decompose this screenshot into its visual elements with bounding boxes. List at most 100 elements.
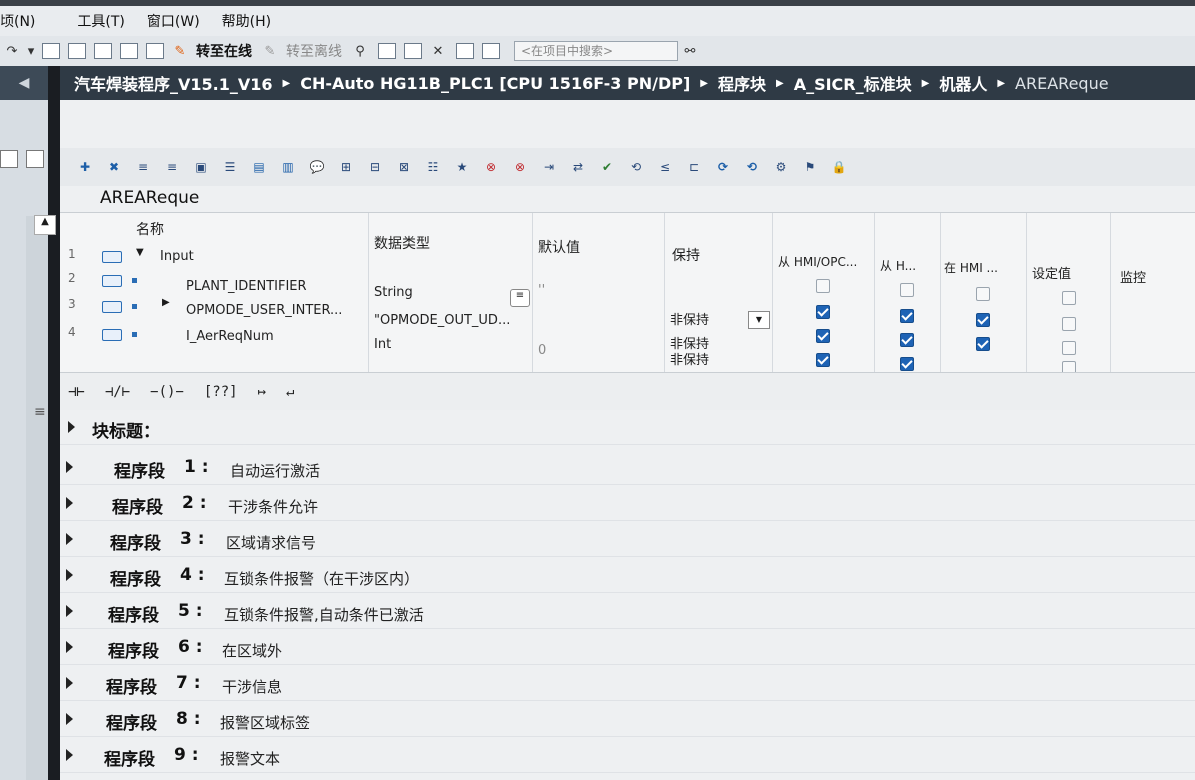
snapshot-icon[interactable]: ⟳ (710, 156, 736, 178)
network-row[interactable]: 程序段 5 : 互锁条件报警,自动条件已激活 (60, 596, 1195, 629)
row-type[interactable]: Int (374, 337, 391, 352)
row-type[interactable]: String (374, 285, 413, 300)
expand-arrow-icon[interactable] (66, 461, 73, 473)
menu-item-tools[interactable]: 工具(T) (77, 11, 124, 31)
checkbox-setpoint[interactable] (1062, 341, 1076, 355)
network-row[interactable]: 程序段 8 : 报警区域标签 (60, 704, 1195, 737)
checkbox-from-h[interactable] (900, 283, 914, 297)
delete-row-icon[interactable]: ✖ (101, 156, 127, 178)
menu-item-help[interactable]: 帮助(H) (222, 11, 271, 31)
breadcrumb-robot[interactable]: 机器人 (939, 71, 987, 95)
breadcrumb-plc[interactable]: CH-Auto HG11B_PLC1 [CPU 1516F-3 PN/DP] (300, 74, 690, 93)
empty-box-icon[interactable]: [??] (204, 384, 238, 400)
error-next-icon[interactable]: ⊗ (507, 156, 533, 178)
start-cpu-icon[interactable] (378, 43, 396, 59)
row-retain[interactable]: 非保持 (670, 349, 709, 368)
error-prev-icon[interactable]: ⊗ (478, 156, 504, 178)
network-row[interactable]: 程序段 6 : 在区域外 (60, 632, 1195, 665)
expand-arrow-icon[interactable] (66, 533, 73, 545)
network-row[interactable]: 程序段 4 : 互锁条件报警（在干涉区内） (60, 560, 1195, 593)
split-vertical-icon[interactable] (482, 43, 500, 59)
table-row[interactable]: 1 ▼ Input (60, 245, 1195, 271)
column-header-name[interactable]: 名称 (136, 219, 164, 239)
expand-arrow-icon[interactable] (66, 569, 73, 581)
goto-icon[interactable]: ⇥ (536, 156, 562, 178)
checkbox-hmi-opc[interactable] (816, 305, 830, 319)
reload-icon[interactable]: ⟲ (739, 156, 765, 178)
redo-icon[interactable]: ↷ (0, 40, 24, 62)
row-retain[interactable]: 非保持 (670, 309, 709, 328)
breadcrumb-block[interactable]: AREAReque (1015, 74, 1109, 93)
nc-contact-icon[interactable]: ⊣/⊢ (105, 384, 130, 400)
checkbox-in-hmi[interactable] (976, 287, 990, 301)
outdent-icon[interactable]: ≡ (159, 156, 185, 178)
upload-icon[interactable] (68, 43, 86, 59)
network-row[interactable]: 程序段 9 : 报警文本 (60, 740, 1195, 773)
go-online-button[interactable]: 转至在线 (196, 41, 252, 61)
download-icon[interactable] (42, 43, 60, 59)
watch-icon[interactable]: ⚙ (768, 156, 794, 178)
splitter-handle-icon[interactable]: ≡ (34, 404, 46, 420)
collapse-networks-icon[interactable]: ▥ (275, 156, 301, 178)
panel-icon-1[interactable] (0, 150, 18, 168)
network-row[interactable]: 程序段 7 : 干涉信息 (60, 668, 1195, 701)
project-search-input[interactable]: <在项目中搜索> (514, 41, 678, 61)
block-interface-icon[interactable]: ▣ (188, 156, 214, 178)
checkbox-hmi-opc[interactable] (816, 353, 830, 367)
save-icon[interactable] (146, 43, 164, 59)
table-row[interactable]: 4 I_AerReqNum Int 0 非保持 (60, 325, 1195, 358)
list-view-icon[interactable]: ☰ (217, 156, 243, 178)
checkbox-from-h[interactable] (900, 333, 914, 347)
insert-row-icon[interactable]: ✚ (72, 156, 98, 178)
no-contact-icon[interactable]: ⊣⊢ (68, 384, 85, 400)
go-offline-icon[interactable]: ✎ (258, 40, 282, 62)
expand-arrow-icon[interactable] (66, 713, 73, 725)
star-icon[interactable]: ★ (449, 156, 475, 178)
modify-icon[interactable]: ≤ (652, 156, 678, 178)
stop-cpu-icon[interactable] (404, 43, 422, 59)
split-horizontal-icon[interactable] (456, 43, 474, 59)
protection-icon[interactable]: 🔒 (826, 156, 852, 178)
checkbox-hmi-opc[interactable] (816, 279, 830, 293)
expand-arrow-icon[interactable] (66, 749, 73, 761)
expand-arrow-icon[interactable] (66, 605, 73, 617)
go-online-icon[interactable]: ✎ (168, 40, 192, 62)
compare-icon[interactable]: ✔ (594, 156, 620, 178)
open-branch-icon[interactable]: ↦ (258, 384, 266, 400)
jump-icon[interactable]: ⇄ (565, 156, 591, 178)
cross-reference-icon[interactable]: ✕ (426, 40, 450, 62)
menu-item-window[interactable]: 窗口(W) (147, 11, 200, 31)
network-row[interactable]: 程序段 3 : 区域请求信号 (60, 524, 1195, 557)
checkbox-from-h[interactable] (900, 357, 914, 371)
absolute-operand-icon[interactable]: ⊟ (362, 156, 388, 178)
coil-icon[interactable]: −()− (150, 384, 184, 400)
panel-icon-2[interactable] (26, 150, 44, 168)
favorites-icon[interactable]: ☷ (420, 156, 446, 178)
network-row[interactable]: 程序段 1 : 自动运行激活 (60, 452, 1195, 485)
breadcrumb-project[interactable]: 汽车焊装程序_V15.1_V16 (74, 71, 273, 95)
collapse-interface-icon[interactable]: ▲ (34, 215, 56, 235)
symbol-info-icon[interactable]: ⊠ (391, 156, 417, 178)
network-view-icon[interactable]: ▤ (246, 156, 272, 178)
breakpoint-icon[interactable]: ⚑ (797, 156, 823, 178)
start-simulation-icon[interactable] (94, 43, 112, 59)
accessible-devices-icon[interactable]: ⚲ (348, 40, 372, 62)
indent-icon[interactable]: ≡ (130, 156, 156, 178)
checkbox-in-hmi[interactable] (976, 337, 990, 351)
expand-arrow-icon[interactable] (66, 677, 73, 689)
monitor-icon[interactable]: ⟲ (623, 156, 649, 178)
force-icon[interactable]: ⊏ (681, 156, 707, 178)
expand-arrow-icon[interactable]: ▶ (162, 297, 170, 308)
breadcrumb-program-blocks[interactable]: 程序块 (718, 71, 766, 95)
go-offline-button[interactable]: 转至离线 (286, 41, 342, 61)
redo-dropdown-icon[interactable]: ▾ (26, 40, 36, 62)
expand-arrow-icon[interactable] (66, 641, 73, 653)
expand-arrow-icon[interactable]: ▼ (136, 247, 144, 258)
block-title-row[interactable]: 块标题： (60, 412, 1195, 445)
project-tree-toggle-icon[interactable]: ◀ (0, 66, 48, 100)
table-row[interactable]: 2 PLANT_IDENTIFIER String ≡ '' (60, 271, 1195, 307)
row-type[interactable]: "OPMODE_OUT_UD... (374, 313, 510, 328)
compile-icon[interactable] (120, 43, 138, 59)
insert-network-icon[interactable]: ⊞ (333, 156, 359, 178)
checkbox-hmi-opc[interactable] (816, 329, 830, 343)
